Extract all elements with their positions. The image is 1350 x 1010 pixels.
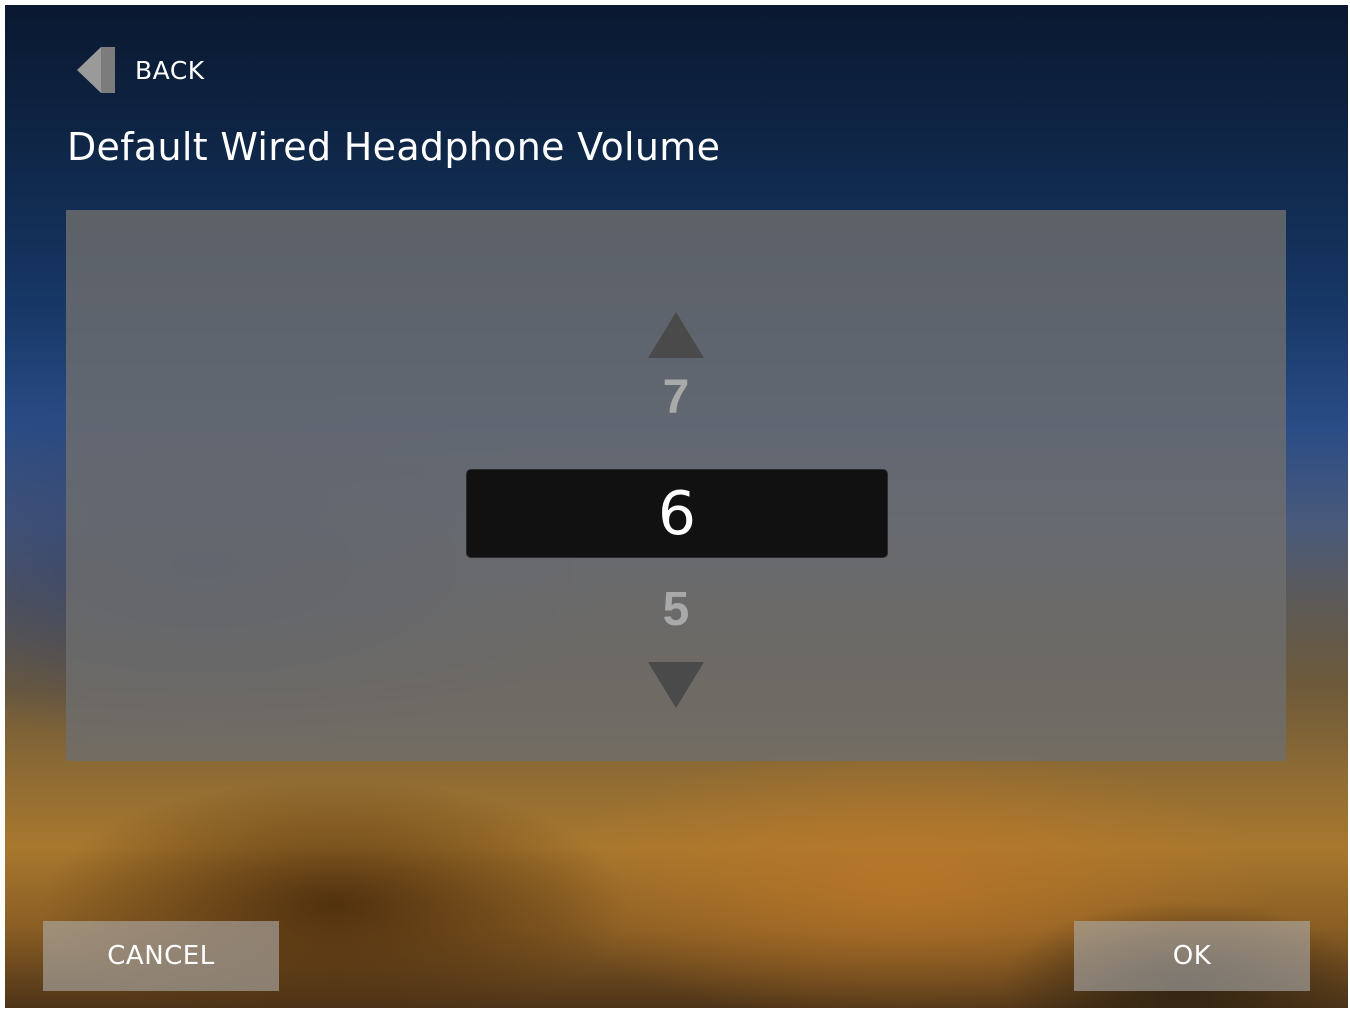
triangle-up-icon[interactable] — [648, 312, 704, 358]
ok-button[interactable]: OK — [1074, 921, 1310, 991]
back-label: BACK — [135, 55, 205, 85]
picker-value-above[interactable]: 7 — [626, 370, 726, 425]
back-button[interactable]: BACK — [77, 45, 205, 95]
cancel-button[interactable]: CANCEL — [43, 921, 279, 991]
page-title: Default Wired Headphone Volume — [67, 125, 721, 169]
volume-picker-panel: 7 6 5 — [66, 210, 1286, 761]
picker-value-below[interactable]: 5 — [626, 582, 726, 637]
picker-selected-value[interactable]: 6 — [466, 469, 888, 558]
settings-screen: BACK Default Wired Headphone Volume 7 6 … — [5, 5, 1348, 1008]
back-arrow-icon — [77, 47, 115, 93]
triangle-down-icon[interactable] — [648, 662, 704, 708]
